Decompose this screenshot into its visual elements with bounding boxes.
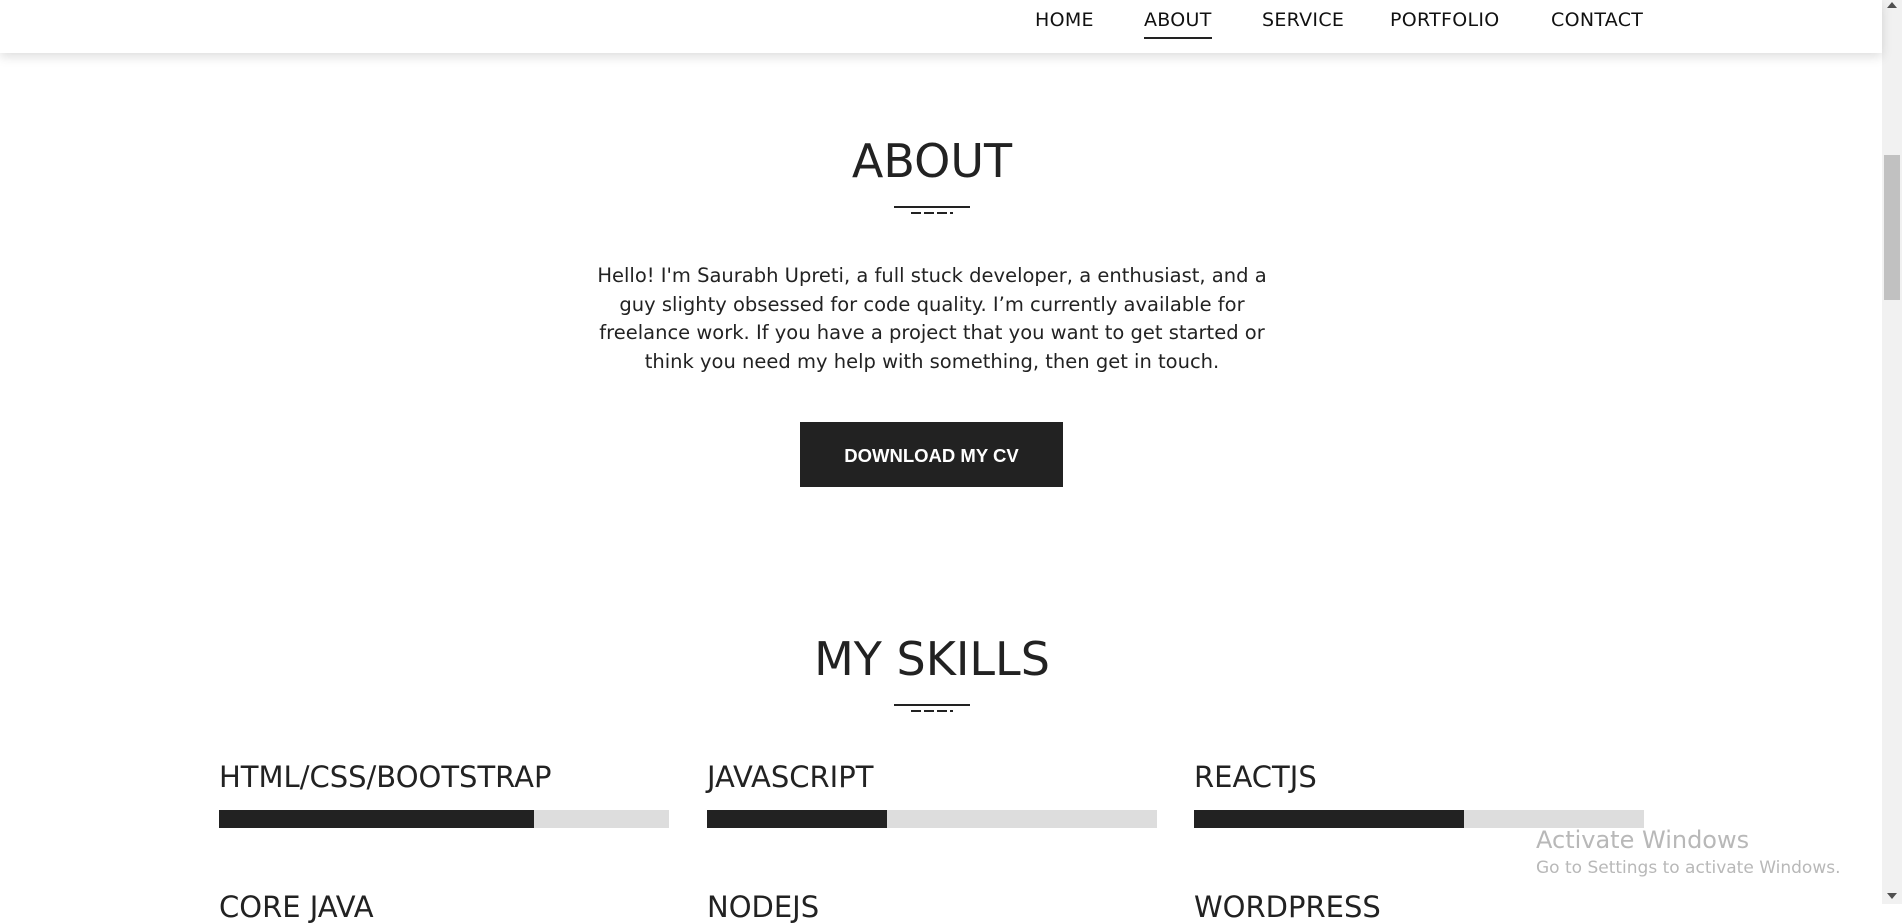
top-navbar: HOME ABOUT SERVICE PORTFOLIO CONTACT (0, 0, 1882, 53)
skill-progress-bar (707, 810, 1157, 828)
scroll-up-arrow-icon[interactable] (1887, 2, 1897, 8)
nav-about[interactable]: ABOUT (1144, 9, 1212, 39)
watermark-subtitle: Go to Settings to activate Windows. (1536, 858, 1841, 878)
skill-progress-fill (707, 810, 887, 828)
skill-html-css-bootstrap: HTML/CSS/BOOTSTRAP (219, 760, 669, 828)
watermark-title: Activate Windows (1536, 826, 1750, 854)
nav-service[interactable]: SERVICE (1262, 9, 1344, 37)
skill-progress-bar (219, 810, 669, 828)
windows-activation-watermark: Activate Windows Go to Settings to activ… (1536, 826, 1841, 878)
about-title: ABOUT (851, 134, 1013, 188)
skill-progress-fill (219, 810, 534, 828)
skill-label-wordpress: WORDPRESS (1194, 890, 1381, 924)
nav-home[interactable]: HOME (1035, 9, 1094, 37)
vertical-scrollbar[interactable] (1882, 0, 1902, 904)
skills-title: MY SKILLS (814, 632, 1050, 686)
about-divider (894, 206, 970, 216)
skill-javascript: JAVASCRIPT (707, 760, 1157, 828)
skill-label-core-java: CORE JAVA (219, 890, 374, 924)
about-paragraph: Hello! I'm Saurabh Upreti, a full stuck … (597, 264, 1267, 373)
skill-reactjs: REACTJS (1194, 760, 1644, 828)
skill-label: REACTJS (1194, 760, 1317, 794)
skill-label-nodejs: NODEJS (707, 890, 820, 924)
skill-progress-fill (1194, 810, 1464, 828)
nav-contact[interactable]: CONTACT (1551, 9, 1643, 37)
skill-label: JAVASCRIPT (707, 760, 874, 794)
nav-portfolio[interactable]: PORTFOLIO (1390, 9, 1500, 37)
skills-divider (894, 704, 970, 714)
download-cv-button[interactable]: DOWNLOAD MY CV (800, 422, 1063, 487)
skill-label: HTML/CSS/BOOTSTRAP (219, 760, 552, 794)
scroll-down-arrow-icon[interactable] (1887, 893, 1897, 899)
scrollbar-thumb[interactable] (1884, 155, 1900, 300)
